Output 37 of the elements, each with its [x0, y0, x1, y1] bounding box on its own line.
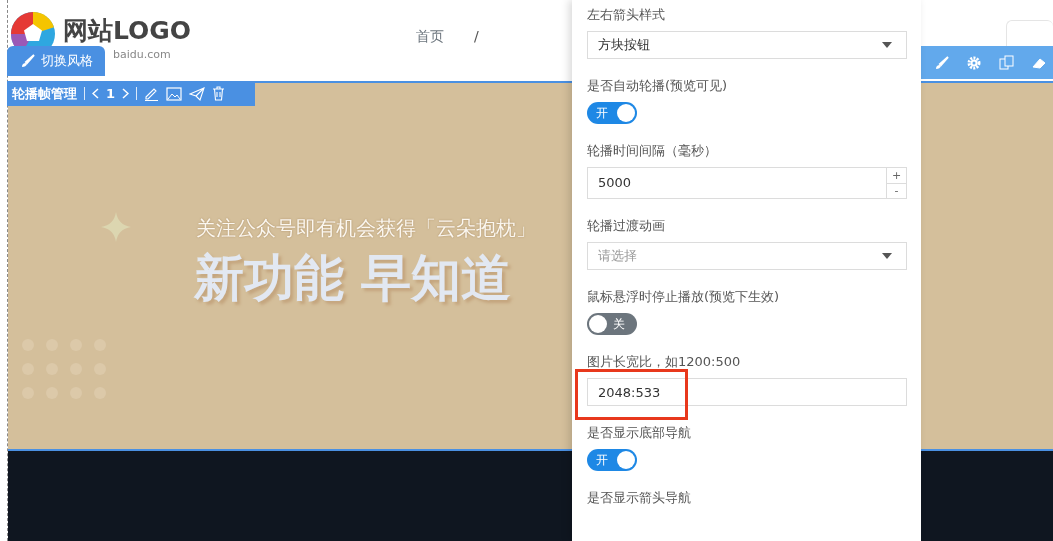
field-label: 图片长宽比，如1200:500 — [587, 353, 742, 371]
image-icon[interactable] — [166, 86, 183, 101]
field-label: 鼠标悬浮时停止播放(预览下生效) — [587, 288, 781, 306]
field-label: 是否显示箭头导航 — [587, 489, 692, 507]
toggle-switch[interactable]: 关 — [587, 313, 637, 335]
banner-headline: 新功能 早知道 — [194, 248, 512, 309]
banner-subtitle: 关注公众号即有机会获得「云朵抱枕」 — [196, 215, 536, 242]
logo-subtext: baidu.com — [113, 47, 172, 63]
field-label: 是否自动轮播(预览可见) — [587, 77, 729, 95]
nav-separator: / — [474, 27, 479, 46]
select-field[interactable]: 方块按钮 — [587, 31, 907, 59]
text-field[interactable]: 2048:533 — [587, 378, 907, 406]
select-field[interactable]: 请选择 — [587, 242, 907, 270]
nav-link[interactable]: 首页 — [416, 26, 445, 47]
field-label: 轮播过渡动画 — [587, 217, 666, 235]
eraser-icon[interactable] — [1032, 56, 1046, 69]
field-label: 左右箭头样式 — [587, 6, 666, 24]
brush-icon[interactable] — [935, 55, 949, 70]
copy-icon[interactable] — [999, 55, 1014, 70]
brush-icon — [21, 54, 35, 68]
frame-number: 1 — [106, 84, 116, 103]
caret-icon — [882, 42, 892, 48]
field-label: 轮播时间间隔（毫秒） — [587, 142, 718, 160]
paper-plane-icon[interactable] — [189, 86, 206, 101]
caret-icon — [882, 253, 892, 259]
logo-text: 网站LOGO — [63, 18, 192, 43]
toggle-switch[interactable]: 开 — [587, 449, 637, 471]
number-field[interactable]: 5000 + - — [587, 167, 907, 199]
toolbar-title: 轮播帧管理 — [12, 84, 77, 103]
toggle-switch[interactable]: 开 — [587, 102, 637, 124]
chevron-right-icon[interactable] — [122, 88, 130, 99]
pencil-icon[interactable] — [144, 86, 160, 101]
trash-icon[interactable] — [212, 86, 226, 101]
field-label: 是否显示底部导航 — [587, 424, 692, 442]
settings-icon[interactable] — [967, 55, 981, 70]
switch-style-button[interactable]: 切换风格 — [7, 46, 105, 76]
chevron-left-icon[interactable] — [92, 88, 99, 99]
